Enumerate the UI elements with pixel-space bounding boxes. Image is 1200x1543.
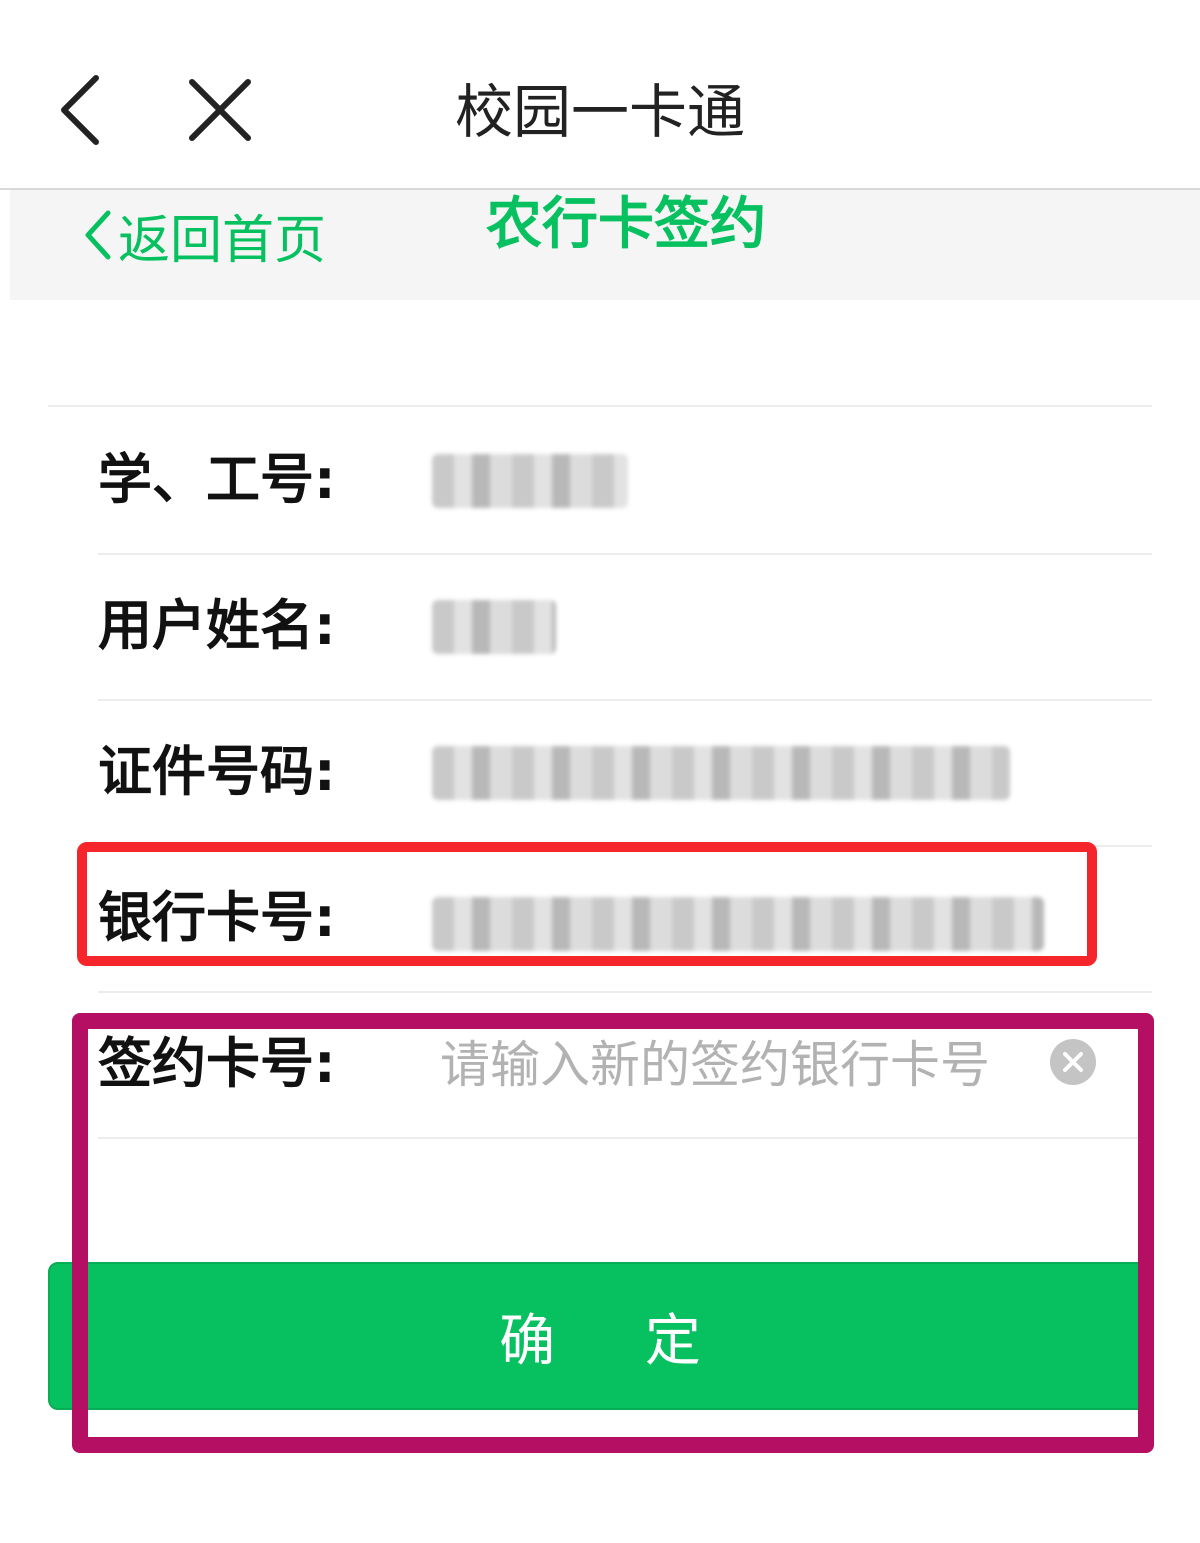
- page: 校园一卡通 返回首页 农行卡签约 学、工号: 用户姓名: 证件号码: 银行卡号:…: [0, 0, 1200, 1543]
- chevron-left-icon: [85, 210, 111, 260]
- top-navbar: 校园一卡通: [0, 0, 1200, 190]
- redacted-value: [432, 897, 1044, 951]
- field-label: 签约卡号:: [98, 1032, 336, 1095]
- field-label: 用户姓名:: [98, 594, 336, 657]
- clear-button[interactable]: [1050, 1039, 1096, 1085]
- form-row-user-name: 用户姓名:: [98, 553, 1152, 701]
- field-label: 证件号码:: [98, 740, 336, 803]
- redacted-value: [432, 600, 556, 654]
- form-row-id-number: 证件号码:: [98, 699, 1152, 847]
- confirm-label: 确 定: [499, 1308, 737, 1374]
- back-home-label: 返回首页: [118, 210, 327, 271]
- redacted-value: [432, 454, 628, 508]
- form-row-bank-card: 银行卡号:: [98, 845, 1152, 993]
- confirm-button[interactable]: 确 定: [48, 1262, 1152, 1410]
- page-title: 校园一卡通: [454, 78, 745, 146]
- form-row-sign-card: 签约卡号:: [98, 991, 1152, 1139]
- field-label: 学、工号:: [98, 448, 336, 511]
- field-label: 银行卡号:: [98, 886, 336, 949]
- clear-icon: [1063, 1052, 1083, 1072]
- sub-header: 返回首页 农行卡签约: [10, 190, 1200, 300]
- section-title: 农行卡签约: [486, 192, 766, 257]
- back-home-link[interactable]: 返回首页: [80, 200, 327, 271]
- sign-card-input[interactable]: [438, 1021, 1054, 1109]
- redacted-value: [432, 746, 1010, 800]
- form-row-student-id: 学、工号:: [98, 407, 1152, 555]
